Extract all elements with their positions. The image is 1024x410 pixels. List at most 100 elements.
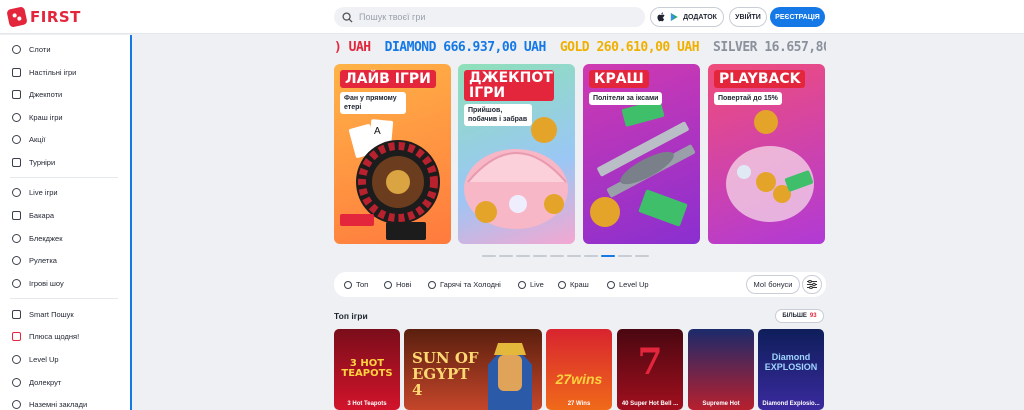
google-play-icon — [670, 12, 678, 22]
game-art-text: 27wins — [555, 371, 603, 387]
logo[interactable]: FIRST — [6, 6, 81, 28]
banner-title: ЛАЙВ ІГРИ — [340, 70, 436, 88]
banner-subtitle: Фан у прямому етері — [340, 92, 406, 115]
top-header: FIRST ДОДАТОК УВІЙТИ РЕЄСТРАЦІЯ — [0, 0, 1024, 34]
game-name: Supreme Hot — [702, 401, 740, 407]
search-icon — [342, 11, 353, 23]
blackjack-icon — [12, 233, 21, 243]
sidebar-item-smart-search[interactable]: Smart Пошук — [12, 307, 74, 321]
sidebar-item-level-up[interactable]: Level Up — [12, 352, 59, 366]
game-name: 27 Wins — [567, 401, 591, 407]
banner-title: КРАШ — [589, 70, 649, 88]
search-box[interactable] — [334, 7, 645, 27]
carousel-dot[interactable] — [482, 255, 496, 257]
banner-subtitle: Політели за іксами — [589, 92, 663, 106]
sidebar-item-land-venues[interactable]: Наземні заклади — [12, 397, 87, 410]
hotcold-icon — [428, 280, 436, 289]
sidebar-item-label: Акції — [29, 134, 46, 144]
tab-label: Level Up — [619, 280, 649, 289]
sidebar-item-label: Наземні заклади — [29, 399, 88, 409]
carousel-dot[interactable] — [533, 255, 547, 257]
game-card[interactable]: Diamond EXPLOSION Diamond Explosio... — [758, 329, 824, 410]
sidebar-item-blackjack[interactable]: Блекджек — [12, 231, 63, 245]
game-card[interactable]: 27wins 27 Wins — [546, 329, 612, 410]
sidebar-item-label: Live ігри — [29, 187, 58, 197]
filter-settings-button[interactable] — [802, 275, 822, 294]
search-input[interactable] — [359, 12, 629, 22]
crash-icon — [558, 280, 566, 289]
airplane-illustration — [590, 99, 696, 227]
sidebar-item-label: Smart Пошук — [29, 309, 74, 319]
logo-text: FIRST — [30, 8, 81, 26]
carousel-dot[interactable] — [635, 255, 649, 257]
more-label: БІЛЬШЕ — [782, 313, 807, 319]
login-button[interactable]: УВІЙТИ — [729, 7, 767, 27]
cards-icon — [12, 210, 21, 220]
game-card[interactable]: SUN OF EGYPT 4 — [404, 329, 542, 410]
register-button[interactable]: РЕЄСТРАЦІЯ — [770, 7, 825, 27]
sidebar-item-game-shows[interactable]: Ігрові шоу — [12, 276, 64, 290]
my-bonuses-button[interactable]: Мої бонуси — [746, 275, 800, 294]
banner-playback[interactable]: PLAYBACK Повертай до 15% — [708, 64, 825, 244]
game-name: 40 Super Hot Bell ... — [621, 401, 679, 407]
wheel-icon — [12, 377, 21, 387]
levelup-icon — [12, 354, 21, 364]
sidebar-item-label: Джекпоти — [29, 89, 63, 99]
game-card[interactable]: 7 40 Super Hot Bell ... — [617, 329, 683, 410]
sidebar-item-promotions[interactable]: Акції — [12, 132, 45, 146]
banner-live-games[interactable]: A ЛАЙВ ІГРИ Фан у прямому етері — [334, 64, 451, 244]
more-games-button[interactable]: БІЛЬШЕ 93 — [775, 309, 824, 323]
sidebar-item-label: Турніри — [29, 157, 56, 167]
app-download-button[interactable]: ДОДАТОК — [650, 7, 724, 27]
piggy-bank-illustration — [726, 110, 814, 222]
sidebar-item-label: Ігрові шоу — [29, 278, 64, 288]
banner-crash-games[interactable]: КРАШ Політели за іксами — [583, 64, 700, 244]
trophy-icon — [12, 157, 21, 167]
sidebar-item-roulette[interactable]: Рулетка — [12, 253, 57, 267]
sidebar-item-label: Рулетка — [29, 255, 57, 265]
banner-subtitle: Прийшов, побачив і забрав — [464, 104, 532, 127]
tab-crash[interactable]: Краш — [558, 280, 589, 289]
game-art-text: SUN OF EGYPT 4 — [412, 349, 479, 399]
carousel-dot[interactable] — [550, 255, 564, 257]
banner-jackpot-games[interactable]: ДЖЕКПОТ ІГРИ Прийшов, побачив і забрав — [458, 64, 575, 244]
carousel-dot[interactable] — [516, 255, 530, 257]
svg-text:A: A — [374, 126, 381, 137]
tab-new[interactable]: Нові — [384, 280, 411, 289]
tab-top[interactable]: Топ — [344, 280, 368, 289]
app-download-label: ДОДАТОК — [683, 13, 717, 21]
carousel-dot[interactable] — [618, 255, 632, 257]
jackpot-ticker: ) UAH DIAMOND 666.937,00 UAH GOLD 260.610,… — [334, 40, 826, 58]
slot-icon — [12, 44, 21, 54]
tab-label: Гарячі та Холодні — [440, 280, 501, 289]
sidebar-item-dolekrut[interactable]: Долекрут — [12, 375, 61, 389]
game-card[interactable]: 3 HOT TEAPOTS 3 Hot Teapots — [334, 329, 400, 410]
banner-title: PLAYBACK — [714, 70, 806, 88]
section-title-top-games: Топ ігри — [334, 311, 368, 321]
sidebar-divider — [10, 177, 118, 178]
sliders-icon — [12, 309, 21, 319]
carousel-dot-active[interactable] — [601, 255, 615, 257]
sidebar-item-daily-plus[interactable]: Плюса щодня! — [12, 329, 79, 343]
sidebar-item-slots[interactable]: Слоти — [12, 42, 51, 56]
jackpot-diamond: DIAMOND 666.937,00 UAH — [384, 40, 547, 55]
sidebar-item-tournaments[interactable]: Турніри — [12, 155, 55, 169]
jackpot-silver: SILVER 16.657,80 UAH — [713, 40, 826, 55]
game-card[interactable]: Supreme Hot — [688, 329, 754, 410]
sidebar-item-jackpots[interactable]: Джекпоти — [12, 87, 62, 101]
tab-level-up[interactable]: Level Up — [607, 280, 649, 289]
tab-hot-cold[interactable]: Гарячі та Холодні — [428, 280, 501, 289]
tab-label: Топ — [356, 280, 369, 289]
tab-live[interactable]: Live — [518, 280, 544, 289]
jackpot-red: ) UAH — [334, 40, 371, 55]
sidebar-item-table-games[interactable]: Настільні ігри — [12, 65, 76, 79]
plus-icon — [12, 331, 21, 341]
sidebar-item-baccarat[interactable]: Бакара — [12, 208, 54, 222]
sidebar-item-crash[interactable]: Краш ігри — [12, 110, 63, 124]
sidebar-item-live[interactable]: Live ігри — [12, 185, 58, 199]
carousel-dot[interactable] — [584, 255, 598, 257]
crash-icon — [12, 112, 21, 122]
live-icon — [518, 280, 526, 289]
carousel-dot[interactable] — [499, 255, 513, 257]
carousel-dot[interactable] — [567, 255, 581, 257]
